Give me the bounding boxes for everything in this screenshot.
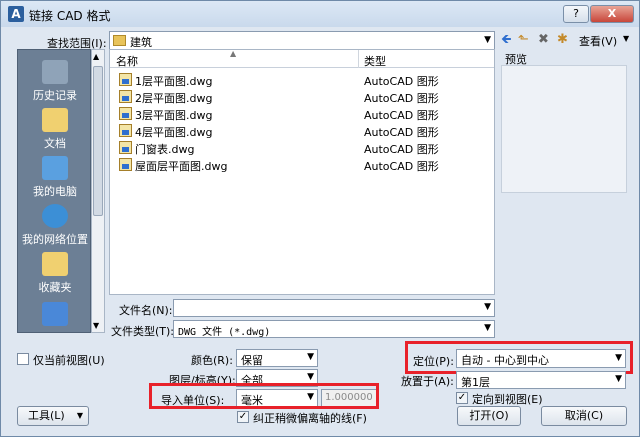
delete-icon[interactable]: ✖ <box>538 32 549 48</box>
file-row[interactable]: 屋面层平面图.dwg AutoCAD 图形 <box>110 156 494 173</box>
current-view-checkbox[interactable] <box>17 353 29 365</box>
positioning-highlight <box>405 341 633 374</box>
view-chevron-icon[interactable]: ▼ <box>623 34 629 43</box>
orient-view-label: 定向到视图(E) <box>472 393 543 406</box>
dwg-file-icon <box>119 124 132 137</box>
folder-icon <box>113 35 126 46</box>
chevron-down-icon: ▼ <box>307 352 314 362</box>
orient-view-checkbox[interactable]: ✓ <box>456 392 468 404</box>
history-icon <box>42 60 68 84</box>
scroll-down-icon[interactable]: ▼ <box>93 321 99 330</box>
place-at-label: 放置于(A): <box>401 375 454 388</box>
file-row[interactable]: 4层平面图.dwg AutoCAD 图形 <box>110 122 494 139</box>
dwg-file-icon <box>119 158 132 171</box>
filetype-combo[interactable]: DWG 文件 (*.dwg) ▼ <box>173 320 495 338</box>
new-folder-icon[interactable]: ✱ <box>557 32 568 48</box>
help-button[interactable]: ? <box>563 5 589 23</box>
chevron-down-icon[interactable]: ▼ <box>484 323 491 333</box>
units-highlight <box>149 383 379 409</box>
correct-lines-label: 纠正稍微偏离轴的线(F) <box>253 412 367 425</box>
documents-icon <box>42 108 68 132</box>
dialog-title: 链接 CAD 格式 <box>29 9 111 23</box>
dwg-file-icon <box>119 107 132 120</box>
computer-icon <box>42 156 68 180</box>
lookin-combo[interactable]: 建筑 ▼ <box>109 31 495 50</box>
file-row[interactable]: 门窗表.dwg AutoCAD 图形 <box>110 139 494 156</box>
dwg-file-icon <box>119 73 132 86</box>
filename-label: 文件名(N): <box>119 304 173 317</box>
filetype-label: 文件类型(T): <box>111 325 175 338</box>
place-at-combo[interactable]: 第1层 ▼ <box>456 371 626 389</box>
dwg-file-icon <box>119 141 132 154</box>
places-bar: 历史记录 文档 我的电脑 我的网络位置 收藏夹 <box>17 49 91 333</box>
correct-lines-checkbox[interactable]: ✓ <box>237 411 249 423</box>
title-bar: A 链接 CAD 格式 ? X <box>1 1 639 27</box>
desktop-icon <box>42 302 68 326</box>
back-icon[interactable]: 🡸 <box>501 32 512 48</box>
current-view-label: 仅当前视图(U) <box>33 354 105 367</box>
file-row[interactable]: 1层平面图.dwg AutoCAD 图形 <box>110 71 494 88</box>
autodesk-icon: A <box>8 6 24 22</box>
network-globe-icon <box>42 204 68 228</box>
column-type[interactable]: 类型 <box>364 53 386 69</box>
chevron-down-icon: ▼ <box>307 372 314 382</box>
link-cad-dialog: A 链接 CAD 格式 ? X 查找范围(I): 建筑 ▼ 🡸 ⬑ ✖ ✱ 查看… <box>0 0 640 437</box>
open-button[interactable]: 打开(O) <box>457 406 521 426</box>
file-row[interactable]: 2层平面图.dwg AutoCAD 图形 <box>110 88 494 105</box>
color-label: 颜色(R): <box>191 354 233 367</box>
filename-input[interactable]: ▼ <box>173 299 495 317</box>
place-desktop[interactable] <box>18 302 92 329</box>
place-favorites[interactable]: 收藏夹 <box>18 252 92 295</box>
place-documents[interactable]: 文档 <box>18 108 92 151</box>
chevron-down-icon[interactable]: ▼ <box>484 302 491 312</box>
chevron-down-icon: ▼ <box>76 411 83 420</box>
dwg-file-icon <box>119 90 132 103</box>
sort-arrow-icon: ▲ <box>230 49 237 58</box>
chevron-down-icon: ▼ <box>484 35 491 45</box>
close-button[interactable]: X <box>590 5 634 23</box>
lookin-value: 建筑 <box>130 36 152 49</box>
column-name[interactable]: 名称 <box>116 53 138 69</box>
file-row[interactable]: 3层平面图.dwg AutoCAD 图形 <box>110 105 494 122</box>
tools-button[interactable]: 工具(L) ▼ <box>17 406 89 426</box>
view-menu[interactable]: 查看(V) <box>579 33 617 49</box>
color-combo[interactable]: 保留 ▼ <box>236 349 318 367</box>
file-list: 名称 ▲ 类型 1层平面图.dwg AutoCAD 图形 2层平面图.dwg A… <box>109 49 495 295</box>
place-network[interactable]: 我的网络位置 <box>18 204 92 247</box>
chevron-down-icon: ▼ <box>615 374 622 384</box>
place-my-computer[interactable]: 我的电脑 <box>18 156 92 199</box>
scroll-up-icon[interactable]: ▲ <box>93 52 99 61</box>
place-history[interactable]: 历史记录 <box>18 60 92 103</box>
places-scrollbar[interactable]: ▲ ▼ <box>91 49 105 333</box>
preview-pane <box>501 65 627 193</box>
up-folder-icon[interactable]: ⬑ <box>518 32 529 48</box>
list-header: 名称 ▲ 类型 <box>110 49 494 69</box>
scroll-thumb[interactable] <box>93 66 103 216</box>
cancel-button[interactable]: 取消(C) <box>541 406 627 426</box>
favorites-icon <box>42 252 68 276</box>
